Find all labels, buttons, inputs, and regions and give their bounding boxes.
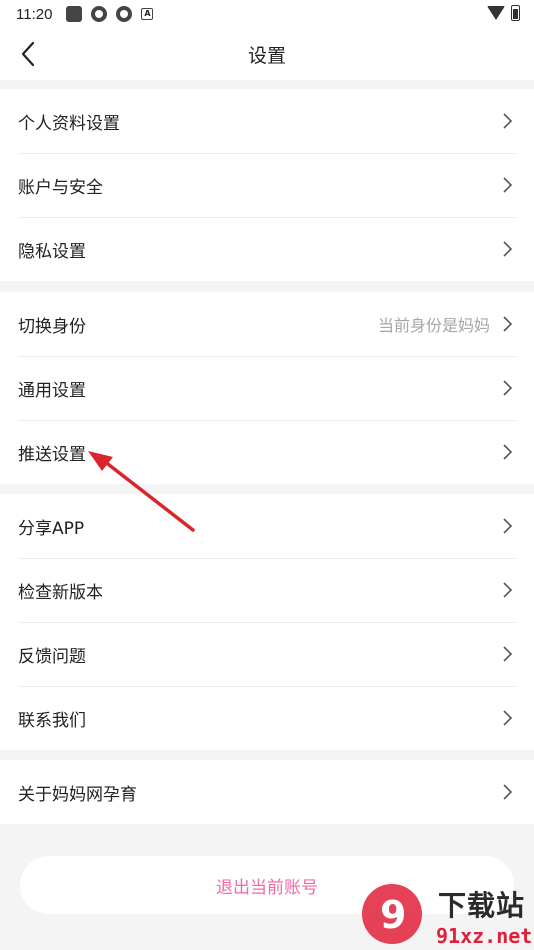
settings-group-account: 个人资料设置 账户与安全 隐私设置 [0, 89, 534, 281]
row-privacy-settings[interactable]: 隐私设置 [0, 217, 534, 281]
chevron-right-icon [503, 710, 513, 726]
row-label: 切换身份 [18, 316, 86, 337]
sync-icon [91, 6, 108, 22]
battery-icon [511, 5, 520, 21]
logout-label: 退出当前账号 [216, 877, 318, 898]
status-time: 11:20 [16, 5, 53, 23]
row-label: 分享APP [18, 518, 85, 539]
row-label: 反馈问题 [18, 646, 86, 667]
row-label: 账户与安全 [18, 177, 103, 198]
sync-icon-2 [116, 6, 133, 22]
settings-group-about: 关于妈妈网孕育 [0, 760, 534, 824]
chevron-right-icon [503, 646, 513, 662]
chevron-right-icon [503, 177, 513, 193]
row-profile-settings[interactable]: 个人资料设置 [0, 89, 534, 153]
row-label: 个人资料设置 [18, 113, 120, 134]
row-push-settings[interactable]: 推送设置 [0, 420, 534, 484]
row-label: 通用设置 [18, 380, 86, 401]
chevron-right-icon [503, 444, 513, 460]
status-bar: 11:20 A [0, 0, 534, 28]
row-account-security[interactable]: 账户与安全 [0, 153, 534, 217]
row-about[interactable]: 关于妈妈网孕育 [0, 760, 534, 824]
back-arrow-icon [21, 41, 35, 67]
chevron-right-icon [503, 113, 513, 129]
chevron-right-icon [503, 582, 513, 598]
watermark-logo-mark: 9 [380, 893, 406, 937]
chevron-right-icon [503, 380, 513, 396]
row-label: 隐私设置 [18, 241, 86, 262]
chevron-right-icon [503, 241, 513, 257]
row-general-settings[interactable]: 通用设置 [0, 356, 534, 420]
row-share-app[interactable]: 分享APP [0, 494, 534, 558]
row-label: 推送设置 [18, 444, 86, 465]
row-label: 检查新版本 [18, 582, 103, 603]
wifi-icon [487, 6, 505, 20]
watermark-text: 下载站 [438, 889, 526, 922]
page-title: 设置 [247, 44, 286, 67]
row-switch-identity[interactable]: 切换身份 当前身份是妈妈 [0, 292, 534, 356]
watermark-url: 91xz.net [436, 924, 533, 948]
row-feedback[interactable]: 反馈问题 [0, 622, 534, 686]
chevron-right-icon [503, 784, 513, 800]
app-header: 设置 [0, 28, 534, 80]
chevron-right-icon [503, 316, 513, 332]
app-notification-icon [66, 6, 83, 22]
a-badge-icon: A [141, 8, 154, 20]
back-button[interactable] [12, 36, 48, 72]
row-contact-us[interactable]: 联系我们 [0, 686, 534, 750]
current-identity-value: 当前身份是妈妈 [377, 316, 490, 335]
row-label: 联系我们 [18, 710, 86, 731]
settings-group-app: 分享APP 检查新版本 反馈问题 联系我们 [0, 494, 534, 750]
row-label: 关于妈妈网孕育 [18, 784, 137, 805]
chevron-right-icon [503, 518, 513, 534]
row-check-update[interactable]: 检查新版本 [0, 558, 534, 622]
settings-group-general: 切换身份 当前身份是妈妈 通用设置 推送设置 [0, 292, 534, 484]
